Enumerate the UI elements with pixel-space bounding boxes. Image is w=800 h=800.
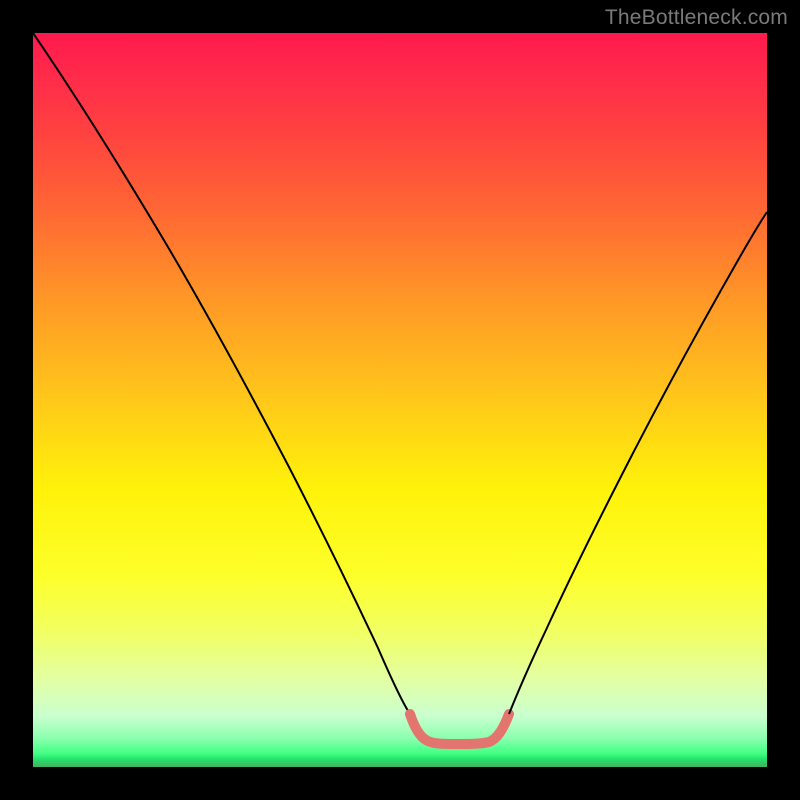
- watermark-text: TheBottleneck.com: [605, 6, 788, 30]
- curve-right-arm: [509, 212, 767, 714]
- plot-area: [33, 33, 767, 767]
- chart-frame: TheBottleneck.com: [0, 0, 800, 800]
- curve-flat-bottom: [410, 714, 509, 744]
- curve-layer: [33, 33, 767, 767]
- curve-left-arm: [33, 33, 410, 714]
